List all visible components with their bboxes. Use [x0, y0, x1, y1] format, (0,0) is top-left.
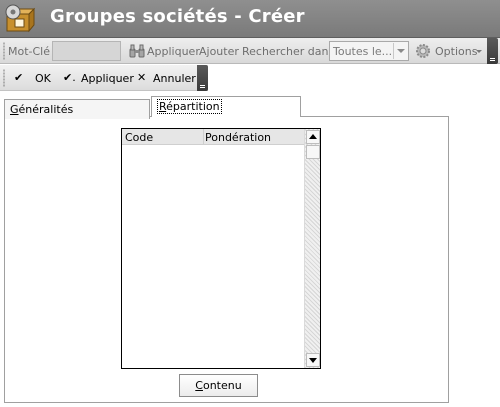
window-title: Groupes sociétés - Créer: [50, 6, 305, 27]
binoculars-icon[interactable]: [129, 44, 145, 58]
scroll-thumb[interactable]: [306, 145, 320, 159]
ok-button[interactable]: OK: [35, 72, 51, 85]
box-gear-icon: [5, 4, 35, 33]
tab-repartition[interactable]: Répartition: [151, 96, 301, 117]
toolbar-grip[interactable]: [3, 42, 5, 60]
options-button[interactable]: Options: [435, 45, 477, 58]
toolbar-grip[interactable]: [3, 69, 5, 87]
keyword-label: Mot-Clé: [8, 45, 51, 58]
vertical-scrollbar[interactable]: [304, 129, 320, 368]
column-header-ponderation[interactable]: Pondération: [205, 131, 271, 144]
keyword-input[interactable]: [52, 41, 121, 61]
search-in-dropdown[interactable]: Toutes le...: [329, 41, 409, 61]
contenu-button[interactable]: Contenu: [179, 374, 258, 397]
gear-icon[interactable]: [415, 43, 431, 59]
cancel-button[interactable]: Annuler: [153, 72, 196, 85]
add-button[interactable]: Ajouter: [199, 45, 239, 58]
column-divider[interactable]: [203, 129, 204, 145]
check-dot-icon: ✔.: [63, 71, 76, 84]
scroll-up-icon[interactable]: [306, 130, 320, 144]
tab-mnemonic: G: [10, 103, 19, 116]
tab-generalites[interactable]: Généralités: [4, 99, 150, 119]
button-mnemonic: C: [195, 379, 203, 392]
search-toolbar: Mot-Clé Appliquer Ajouter Rechercher dan…: [0, 38, 500, 64]
apply-search-button[interactable]: Appliquer: [147, 45, 200, 58]
apply-button[interactable]: Appliquer: [81, 72, 134, 85]
toolbar-overflow-button[interactable]: [197, 65, 208, 91]
action-toolbar: ✔ OK ✔. Appliquer ✕ Annuler: [0, 65, 208, 91]
chevron-down-icon[interactable]: [393, 43, 407, 59]
repartition-grid[interactable]: Code Pondération: [121, 128, 321, 369]
tab-label-focus: Répartition: [157, 99, 222, 114]
column-header-code[interactable]: Code: [125, 131, 153, 144]
button-label: ontenu: [202, 379, 242, 392]
grid-header: Code Pondération: [122, 129, 304, 145]
search-in-label: Rechercher dans: [242, 45, 335, 58]
check-icon: ✔: [14, 71, 24, 84]
tab-label: énéralités: [18, 103, 74, 116]
title-bar: Groupes sociétés - Créer: [0, 0, 500, 38]
tab-label: épartition: [166, 100, 220, 113]
close-icon: ✕: [137, 71, 147, 84]
toolbar-overflow-button[interactable]: [487, 38, 498, 64]
search-in-value: Toutes le...: [333, 45, 393, 58]
scroll-down-icon[interactable]: [306, 353, 320, 367]
options-chevron-icon[interactable]: [476, 50, 482, 53]
